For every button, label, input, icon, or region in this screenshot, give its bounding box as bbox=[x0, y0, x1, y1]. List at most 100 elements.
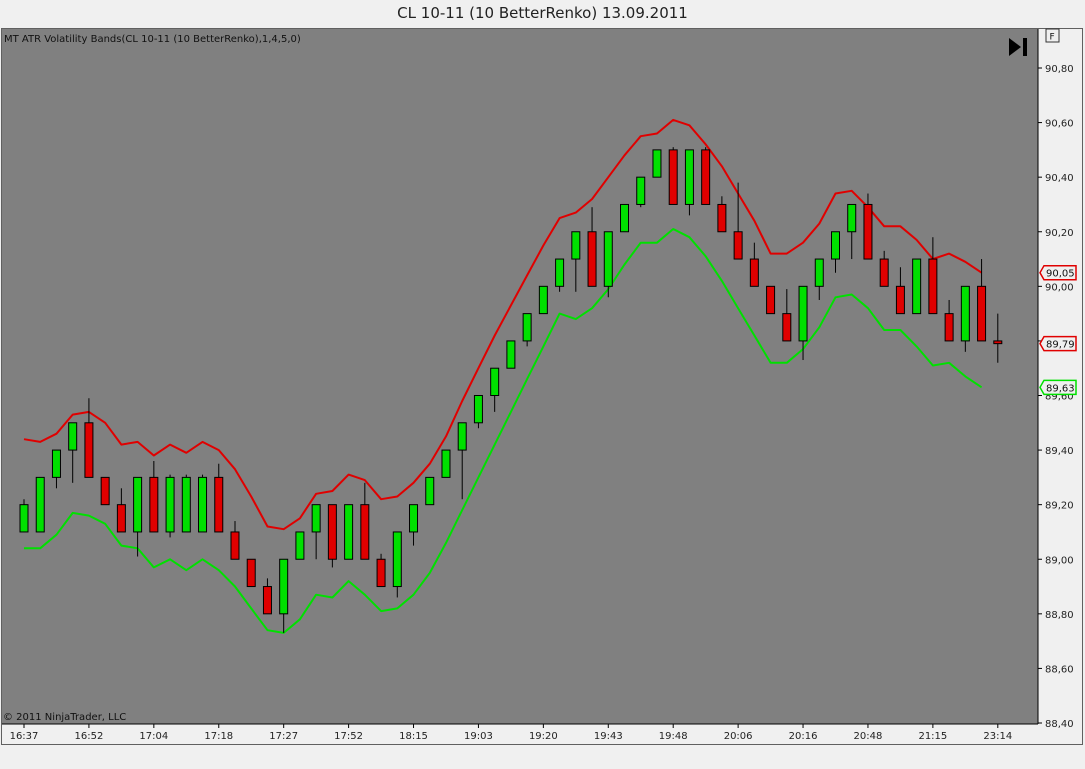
candle-body bbox=[522, 313, 532, 342]
candle-body bbox=[473, 395, 483, 424]
x-tick-label: 19:20 bbox=[529, 731, 558, 742]
candle bbox=[425, 476, 435, 506]
price-marker-label: 90,05 bbox=[1046, 269, 1075, 280]
candle-body bbox=[668, 149, 678, 205]
candle bbox=[441, 449, 451, 478]
candle-body bbox=[100, 476, 110, 506]
y-tick-label: 88,40 bbox=[1045, 719, 1074, 730]
candle-body bbox=[311, 504, 321, 533]
candle bbox=[327, 504, 337, 568]
candle-body bbox=[555, 258, 565, 287]
candle bbox=[198, 474, 208, 533]
candle-body bbox=[133, 476, 143, 533]
chart-window: CL 10-11 (10 BetterRenko) 13.09.2011 90,… bbox=[0, 0, 1085, 769]
y-tick-label: 90,60 bbox=[1045, 119, 1074, 130]
f-button-label: F bbox=[1050, 33, 1055, 43]
candle-body bbox=[620, 203, 630, 233]
candle-body bbox=[360, 504, 370, 560]
candle bbox=[344, 504, 354, 560]
candle-body bbox=[587, 231, 597, 287]
candle bbox=[100, 476, 110, 506]
plot-area[interactable] bbox=[2, 29, 1038, 724]
candle-body bbox=[165, 476, 175, 533]
price-marker-label: 89,79 bbox=[1046, 340, 1075, 351]
candle bbox=[165, 474, 175, 538]
candle-body bbox=[928, 258, 938, 315]
y-tick-label: 90,40 bbox=[1045, 173, 1074, 184]
y-tick-label: 89,40 bbox=[1045, 446, 1074, 457]
candle bbox=[636, 176, 646, 208]
candle-body bbox=[782, 313, 792, 342]
candle-body bbox=[181, 476, 191, 533]
price-marker: 90,05 bbox=[1039, 264, 1077, 281]
candle-body bbox=[993, 340, 1003, 345]
candle-body bbox=[409, 504, 419, 533]
y-tick-label: 90,80 bbox=[1045, 64, 1074, 75]
candle bbox=[766, 285, 776, 315]
x-tick-label: 20:16 bbox=[789, 731, 818, 742]
candle-body bbox=[879, 258, 889, 287]
candle-body bbox=[506, 340, 516, 369]
candle-body bbox=[327, 504, 337, 560]
price-marker-label: 89,63 bbox=[1046, 383, 1075, 394]
candle-body bbox=[35, 476, 45, 533]
price-marker: 89,79 bbox=[1039, 335, 1077, 352]
candle-body bbox=[847, 203, 857, 233]
candle bbox=[506, 340, 516, 369]
candle-body bbox=[51, 449, 61, 478]
candle-body bbox=[198, 476, 208, 533]
y-tick-label: 88,60 bbox=[1045, 664, 1074, 675]
x-tick-label: 17:27 bbox=[269, 731, 298, 742]
candle-body bbox=[684, 149, 694, 205]
candle bbox=[912, 258, 922, 315]
candle-body bbox=[425, 476, 435, 506]
candle-body bbox=[295, 531, 305, 560]
candle-body bbox=[749, 258, 759, 287]
x-tick-label: 17:52 bbox=[334, 731, 363, 742]
candle-body bbox=[116, 504, 126, 533]
candle bbox=[620, 203, 630, 233]
candle bbox=[652, 149, 662, 178]
copyright-label: © 2011 NinjaTrader, LLC bbox=[3, 712, 126, 723]
candle bbox=[668, 147, 678, 205]
candle-body bbox=[376, 558, 386, 588]
f-button[interactable]: F bbox=[1045, 28, 1060, 43]
candle bbox=[538, 285, 548, 315]
candle-body bbox=[571, 231, 581, 260]
price-marker: 89,63 bbox=[1039, 379, 1077, 396]
candle bbox=[295, 531, 305, 560]
candle-body bbox=[457, 422, 467, 451]
candle-body bbox=[701, 149, 711, 205]
candle-body bbox=[863, 203, 873, 260]
price-chart[interactable]: 90,8090,6090,4090,2090,0089,8089,6089,40… bbox=[0, 27, 1085, 769]
candle-body bbox=[230, 531, 240, 560]
candle bbox=[35, 476, 45, 533]
candle-body bbox=[214, 476, 224, 533]
candle-body bbox=[149, 476, 159, 533]
candle-body bbox=[798, 285, 808, 342]
candle-body bbox=[538, 285, 548, 315]
candle-body bbox=[603, 231, 613, 287]
window-title: CL 10-11 (10 BetterRenko) 13.09.2011 bbox=[397, 4, 688, 22]
y-tick-label: 88,80 bbox=[1045, 610, 1074, 621]
candle-body bbox=[84, 422, 94, 478]
candle-body bbox=[977, 285, 987, 342]
x-tick-label: 19:48 bbox=[659, 731, 688, 742]
candle-body bbox=[246, 558, 256, 588]
y-tick-label: 90,20 bbox=[1045, 228, 1074, 239]
candle-body bbox=[652, 149, 662, 178]
candle-body bbox=[912, 258, 922, 315]
candle bbox=[246, 558, 256, 588]
candle-body bbox=[831, 231, 840, 260]
x-tick-label: 18:15 bbox=[399, 731, 428, 742]
candle-body bbox=[960, 285, 970, 342]
candle-body bbox=[944, 313, 954, 342]
indicator-label: MT ATR Volatility Bands(CL 10-11 (10 Bet… bbox=[4, 34, 301, 45]
candle bbox=[181, 474, 191, 533]
candle-body bbox=[733, 231, 743, 260]
candle-body bbox=[68, 422, 78, 451]
x-tick-label: 19:03 bbox=[464, 731, 493, 742]
candle bbox=[701, 147, 711, 205]
y-tick-label: 89,20 bbox=[1045, 501, 1074, 512]
x-tick-label: 20:48 bbox=[854, 731, 883, 742]
